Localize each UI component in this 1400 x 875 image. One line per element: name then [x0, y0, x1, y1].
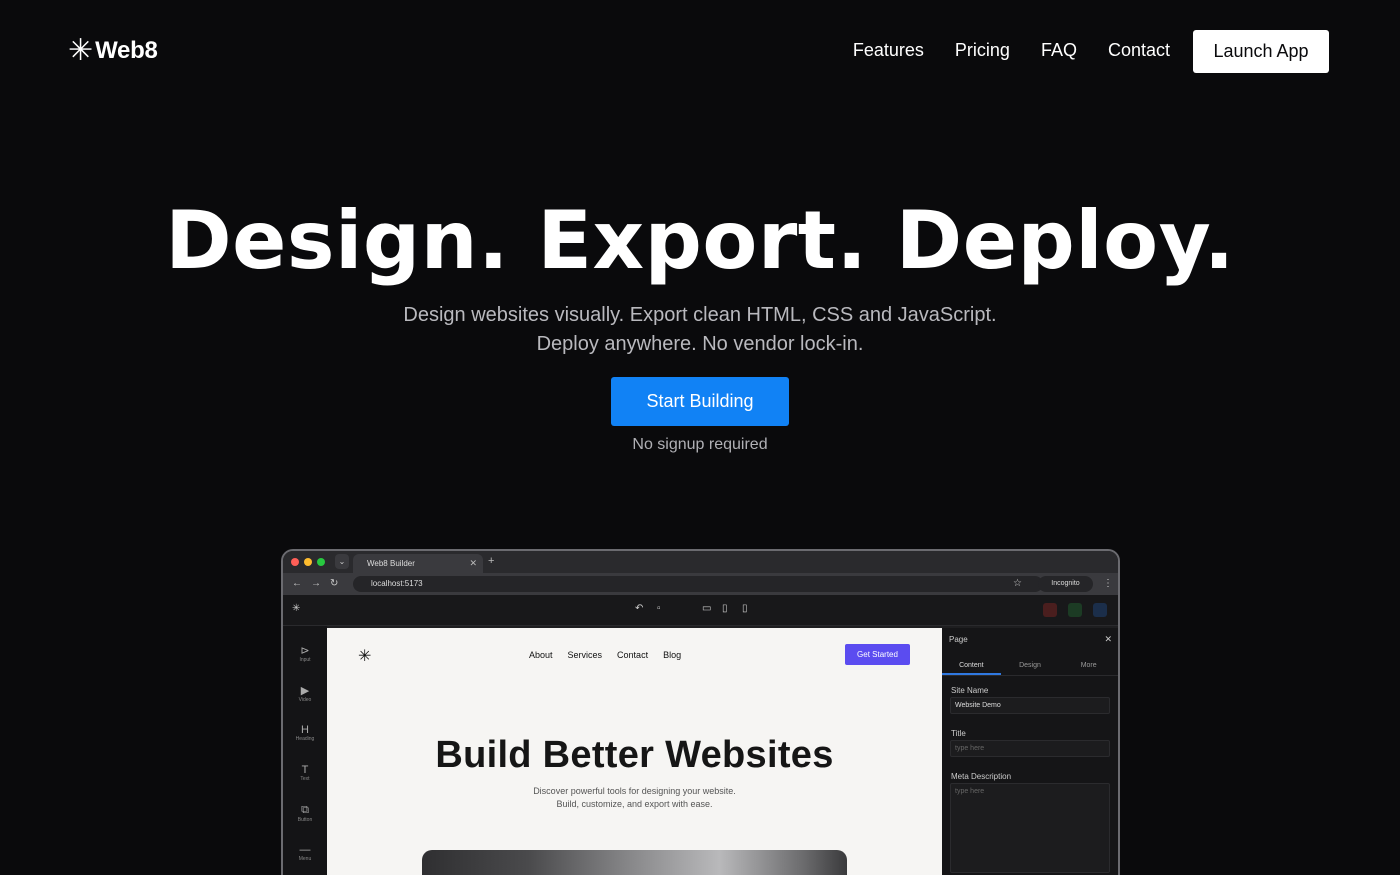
browser-tab: Web8 Builder ✕ [353, 554, 483, 573]
canvas-get-started-button: Get Started [845, 644, 910, 665]
video-icon: ▶ [300, 685, 310, 697]
title-label: Title [951, 729, 966, 738]
builder-sidebar: ⊳ Input ▶ Video H Heading T Text ⧉ Butto… [283, 626, 327, 875]
tab-content: Content [942, 656, 1001, 675]
nav-link-pricing[interactable]: Pricing [955, 40, 1010, 61]
logo[interactable]: ✳ Web8 [68, 36, 158, 66]
canvas-hero-image [422, 850, 847, 875]
sidebar-item-button: ⧉ Button [283, 804, 327, 823]
mobile-view-icon: ▯ [742, 603, 748, 614]
url-field: localhost:5173 [353, 576, 1043, 592]
logo-text: Web8 [95, 37, 158, 64]
frame-icon: ⊳ [300, 645, 310, 657]
maximize-dot-icon [317, 558, 325, 566]
browser-tab-bar: ⌄ Web8 Builder ✕ + [283, 551, 1118, 573]
tablet-view-icon: ▯ [722, 603, 728, 614]
meta-description-field: type here [950, 783, 1110, 873]
canvas-nav-blog: Blog [663, 650, 682, 660]
delete-icon [1043, 603, 1057, 617]
canvas-title: Build Better Websites [435, 734, 834, 776]
redo-icon: ▫ [657, 603, 661, 614]
properties-panel: Page ✕ Content Design More Site Name Web… [942, 628, 1118, 875]
nav-link-contact[interactable]: Contact [1108, 40, 1170, 61]
hero-subtitle-line-2: Deploy anywhere. No vendor lock-in. [536, 333, 864, 355]
canvas-nav-contact: Contact [617, 650, 649, 660]
sidebar-item-video: ▶ Video [283, 684, 327, 703]
more-vert-icon: ⋮ [1103, 578, 1113, 589]
nav-link-faq[interactable]: FAQ [1041, 40, 1077, 61]
address-bar: ← → ↻ localhost:5173 ☆ Incognito ⋮ [283, 573, 1118, 595]
asterisk-logo-icon: ✳ [292, 603, 301, 614]
builder-toolbar: ✳ ↶ ▫ ▭ ▯ ▯ [283, 595, 1118, 626]
heading-icon: H [301, 724, 309, 736]
canvas-nav: About Services Contact Blog [529, 650, 681, 660]
button-icon: ⧉ [301, 804, 309, 816]
meta-description-label: Meta Description [951, 772, 1012, 781]
code-icon [1068, 603, 1082, 617]
close-dot-icon [291, 558, 299, 566]
tab-dropdown-icon: ⌄ [335, 554, 349, 569]
hero-subtitle: Design websites visually. Export clean H… [0, 301, 1400, 359]
incognito-badge: Incognito [1038, 576, 1093, 592]
top-nav: ✳ Web8 Features Pricing FAQ Contact Laun… [0, 0, 1400, 104]
text-icon: T [301, 764, 309, 776]
tab-design: Design [1019, 662, 1041, 669]
sidebar-item-heading: H Heading [283, 724, 327, 742]
nav-links: Features Pricing FAQ Contact [853, 40, 1170, 61]
asterisk-logo-icon: ✳ [68, 33, 94, 68]
launch-app-button[interactable]: Launch App [1193, 30, 1329, 73]
canvas-subtitle: Discover powerful tools for designing yo… [533, 786, 736, 809]
sidebar-item-text: T Text [283, 764, 327, 782]
tab-more: More [1080, 662, 1097, 669]
canvas-logo-icon: ✳ [358, 646, 372, 665]
menu-icon: — [299, 844, 311, 856]
new-tab-icon: + [488, 555, 495, 567]
browser-tab-title: Web8 Builder [367, 559, 415, 568]
cta-note: No signup required [632, 436, 768, 453]
site-name-field: Website Demo [950, 697, 1110, 714]
canvas-nav-about: About [529, 650, 553, 660]
minimize-dot-icon [304, 558, 312, 566]
close-icon: ✕ [1104, 634, 1112, 644]
reload-icon: ↻ [330, 578, 339, 589]
panel-tabs: Content Design More [942, 656, 1118, 676]
star-icon: ☆ [1013, 578, 1022, 589]
tab-close-icon: ✕ [469, 558, 477, 568]
title-field: type here [950, 740, 1110, 757]
builder-canvas: ✳ About Services Contact Blog Get Starte… [327, 628, 942, 875]
nav-link-features[interactable]: Features [853, 40, 924, 61]
canvas-nav-services: Services [567, 650, 603, 660]
desktop-view-icon: ▭ [702, 603, 712, 614]
export-icon [1093, 603, 1107, 617]
hero-title: Design. Export. Deploy. [165, 194, 1235, 287]
site-name-label: Site Name [951, 686, 989, 695]
sidebar-item-input: ⊳ Input [283, 644, 327, 663]
browser-mockup: ⌄ Web8 Builder ✕ + ← → ↻ localhost:5173 … [281, 549, 1120, 875]
back-arrow-icon: ← [292, 578, 302, 589]
panel-header: Page [949, 635, 968, 644]
undo-icon: ↶ [635, 603, 644, 614]
sidebar-item-menu: — Menu [283, 844, 327, 862]
start-building-button[interactable]: Start Building [611, 377, 789, 426]
forward-arrow-icon: → [311, 578, 321, 589]
hero-subtitle-line-1: Design websites visually. Export clean H… [403, 304, 997, 326]
